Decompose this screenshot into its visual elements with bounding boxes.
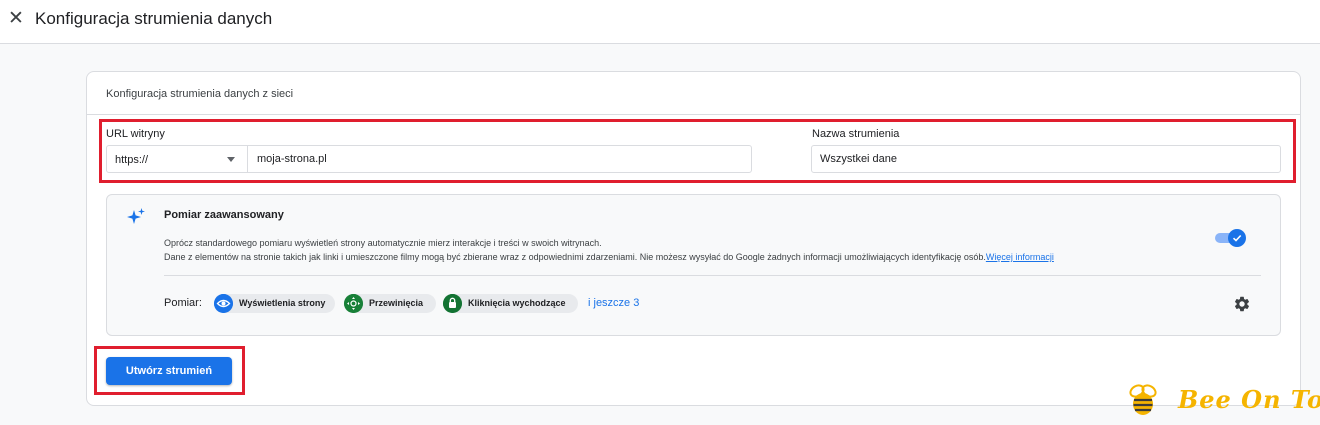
advanced-description-2-text: Dane z elementów na stronie takich jak l… [164,252,986,262]
page-title: Konfiguracja strumienia danych [35,9,273,28]
measure-label: Pomiar: [164,297,202,309]
top-bar: ✕ Konfiguracja strumienia danych [0,0,1320,44]
sparkle-icon [127,208,145,224]
advanced-title: Pomiar zaawansowany [164,209,284,221]
mouse-lock-icon [443,294,462,313]
chip-label: Przewinięcia [369,298,424,308]
scroll-target-icon [344,294,363,313]
check-icon [1232,234,1242,242]
bee-logo-icon [1129,384,1157,415]
caret-down-icon [227,157,235,162]
watermark-text: Bee On Top [1178,385,1320,414]
gear-icon[interactable] [1233,295,1251,313]
url-input[interactable] [249,146,751,172]
advanced-description-1: Oprócz standardowego pomiaru wyświetleń … [164,238,602,248]
close-icon[interactable]: ✕ [8,9,24,29]
advanced-description-2: Dane z elementów na stronie takich jak l… [164,252,1054,262]
stream-name-label: Nazwa strumienia [812,128,900,140]
more-chips-link[interactable]: i jeszcze 3 [588,297,639,309]
chip-scrolls[interactable]: Przewinięcia [344,294,436,313]
card-header-title: Konfiguracja strumienia danych z sieci [106,88,294,100]
more-info-link[interactable]: Więcej informacji [986,252,1054,262]
bee-on-top-watermark: Bee On Top [1126,382,1320,418]
eye-icon [214,294,233,313]
chip-label: Wyświetlenia strony [239,298,326,308]
url-field-group: https:// [106,145,752,173]
panel-divider [164,275,1261,276]
chip-label: Kliknięcia wychodzące [468,298,566,308]
url-label: URL witryny [106,128,165,140]
chip-page-views[interactable]: Wyświetlenia strony [214,294,335,313]
chip-outbound-clicks[interactable]: Kliknięcia wychodzące [443,294,578,313]
create-stream-button[interactable]: Utwórz strumień [106,357,232,385]
enhanced-measurement-toggle[interactable] [1215,228,1247,248]
protocol-value: https:// [115,154,149,166]
protocol-select[interactable]: https:// [107,146,248,172]
stream-name-input[interactable] [811,145,1281,173]
card-header: Konfiguracja strumienia danych z sieci [87,72,1300,115]
